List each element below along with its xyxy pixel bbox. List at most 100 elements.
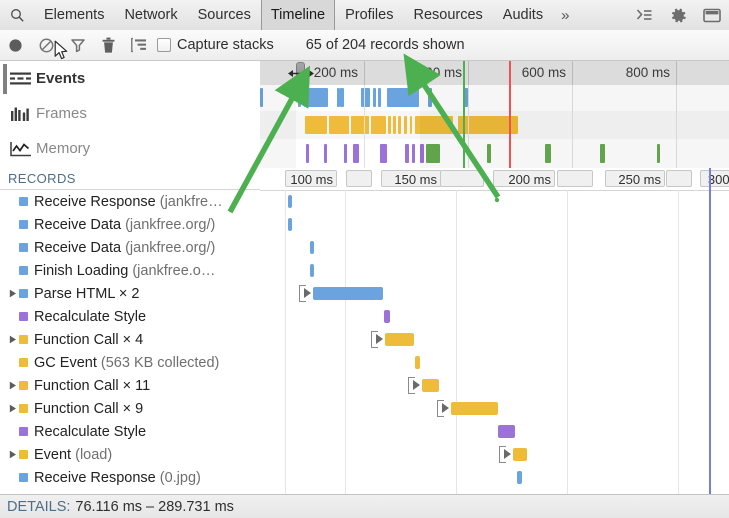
record-type-swatch [19, 358, 28, 367]
record-detail: (jankfree.org/) [125, 240, 215, 256]
devtools-tabbar: Elements Network Sources Timeline Profil… [0, 0, 729, 31]
record-type-swatch [19, 335, 28, 344]
expand-triangle-icon[interactable] [413, 380, 420, 390]
records-cursor-line [709, 168, 711, 494]
records-gridline [567, 190, 568, 494]
record-type-swatch [19, 473, 28, 482]
details-label: DETAILS: [7, 499, 70, 515]
expand-triangle-icon[interactable] [6, 450, 19, 459]
record-detail: (0.jpg) [160, 470, 201, 486]
record-bar[interactable] [310, 241, 314, 254]
record-bar[interactable] [313, 287, 383, 300]
record-bar[interactable] [310, 264, 314, 277]
record-detail: (load) [75, 447, 112, 463]
overview-bar [305, 116, 327, 134]
record-title: Function Call × 4 [34, 332, 143, 348]
overview-bar [324, 144, 327, 163]
record-row[interactable]: Receive Data (jankfree.org/) [0, 236, 260, 259]
search-icon[interactable] [0, 0, 34, 30]
tab-audits[interactable]: Audits [493, 0, 553, 30]
records-ruler-label: 200 ms [493, 172, 551, 187]
records-ruler[interactable]: 100 ms150 ms200 ms250 ms300 m [260, 168, 729, 191]
capture-stacks-checkbox[interactable] [157, 38, 171, 52]
record-row[interactable]: Parse HTML × 2 [0, 282, 260, 305]
expand-triangle-icon[interactable] [376, 334, 383, 344]
record-row[interactable]: Finish Loading (jankfree.o… [0, 259, 260, 282]
overview-bar [351, 116, 369, 134]
record-bar[interactable] [517, 471, 522, 484]
record-type-swatch [19, 266, 28, 275]
overview-selection-handle-right[interactable] [411, 62, 420, 84]
record-row[interactable]: Recalculate Style [0, 420, 260, 443]
overview-graph[interactable]: 200 ms400 ms600 ms800 ms [260, 61, 729, 168]
expand-triangle-icon[interactable] [6, 381, 19, 390]
record-bar-tail [519, 448, 527, 461]
record-row[interactable]: Receive Response (0.jpg) [0, 466, 260, 489]
expand-triangle-icon[interactable] [504, 449, 511, 459]
record-row[interactable]: Receive Response (jankfre… [0, 190, 260, 213]
record-bar[interactable] [288, 195, 292, 208]
expand-triangle-icon[interactable] [304, 288, 311, 298]
frames-bar-icon [10, 106, 36, 122]
overview-bar [398, 116, 401, 134]
record-bar[interactable] [288, 218, 292, 231]
tab-network[interactable]: Network [114, 0, 187, 30]
overview-ruler-tick [364, 61, 365, 85]
tab-profiles[interactable]: Profiles [335, 0, 403, 30]
record-title: Function Call × 11 [34, 378, 150, 394]
expand-triangle-icon[interactable] [6, 335, 19, 344]
gear-icon[interactable] [661, 0, 695, 30]
tab-resources[interactable]: Resources [403, 0, 492, 30]
record-bar[interactable] [385, 333, 414, 346]
overview-mode-list: Events Frames [0, 61, 261, 168]
tab-sources[interactable]: Sources [188, 0, 261, 30]
overview-mode-events[interactable]: Events [0, 61, 260, 96]
records-ruler-label: 100 ms [285, 172, 333, 187]
record-bar[interactable] [384, 310, 390, 323]
record-row[interactable]: Receive Data (jankfree.org/) [0, 213, 260, 236]
expand-triangle-icon[interactable] [442, 403, 449, 413]
expand-triangle-icon[interactable] [6, 404, 19, 413]
records-header: RECORDS [0, 168, 260, 190]
records-panel: RECORDS Receive Response (jankfre…Receiv… [0, 168, 729, 494]
overview-bar [388, 116, 391, 134]
overview-ruler[interactable]: 200 ms400 ms600 ms800 ms [260, 61, 729, 86]
tab-timeline[interactable]: Timeline [261, 0, 335, 30]
record-type-swatch [19, 381, 28, 390]
record-row[interactable]: Function Call × 9 [0, 397, 260, 420]
record-bar[interactable] [498, 425, 515, 438]
record-title: Finish Loading (jankfree.o… [34, 263, 215, 279]
record-type-swatch [19, 312, 28, 321]
records-gridline [285, 190, 286, 494]
overview-ruler-tick [676, 61, 677, 85]
more-tabs-button[interactable]: » [553, 0, 577, 30]
record-row[interactable]: Event (load) [0, 443, 260, 466]
record-row[interactable]: Function Call × 4 [0, 328, 260, 351]
record-bar[interactable] [451, 402, 498, 415]
dock-window-icon[interactable] [695, 0, 729, 30]
records-list[interactable]: RECORDS Receive Response (jankfre…Receiv… [0, 168, 261, 494]
record-bar[interactable] [415, 356, 420, 369]
overview-mode-memory[interactable]: Memory [0, 131, 260, 166]
record-type-swatch [19, 450, 28, 459]
record-row[interactable]: GC Event (563 KB collected) [0, 351, 260, 374]
records-timeline[interactable]: 100 ms150 ms200 ms250 ms300 m [260, 168, 729, 494]
capture-stacks-control[interactable]: Capture stacks [157, 37, 274, 53]
overview-bar [353, 144, 359, 163]
record-row[interactable]: Recalculate Style [0, 305, 260, 328]
record-row[interactable]: Function Call × 11 [0, 374, 260, 397]
tree-view-icon[interactable] [124, 31, 155, 60]
filter-button[interactable] [62, 31, 93, 60]
expand-triangle-icon[interactable] [6, 289, 19, 298]
record-button[interactable] [0, 31, 31, 60]
records-gridline [678, 190, 679, 494]
console-drawer-icon[interactable] [627, 0, 661, 30]
overview-bar [410, 116, 412, 134]
clear-button[interactable] [31, 31, 62, 60]
tab-elements[interactable]: Elements [34, 0, 114, 30]
trash-icon[interactable] [93, 31, 124, 60]
overview-bar [361, 88, 370, 107]
overview-mode-frames[interactable]: Frames [0, 96, 260, 131]
record-bar[interactable] [422, 379, 439, 392]
overview-bar [371, 116, 386, 134]
